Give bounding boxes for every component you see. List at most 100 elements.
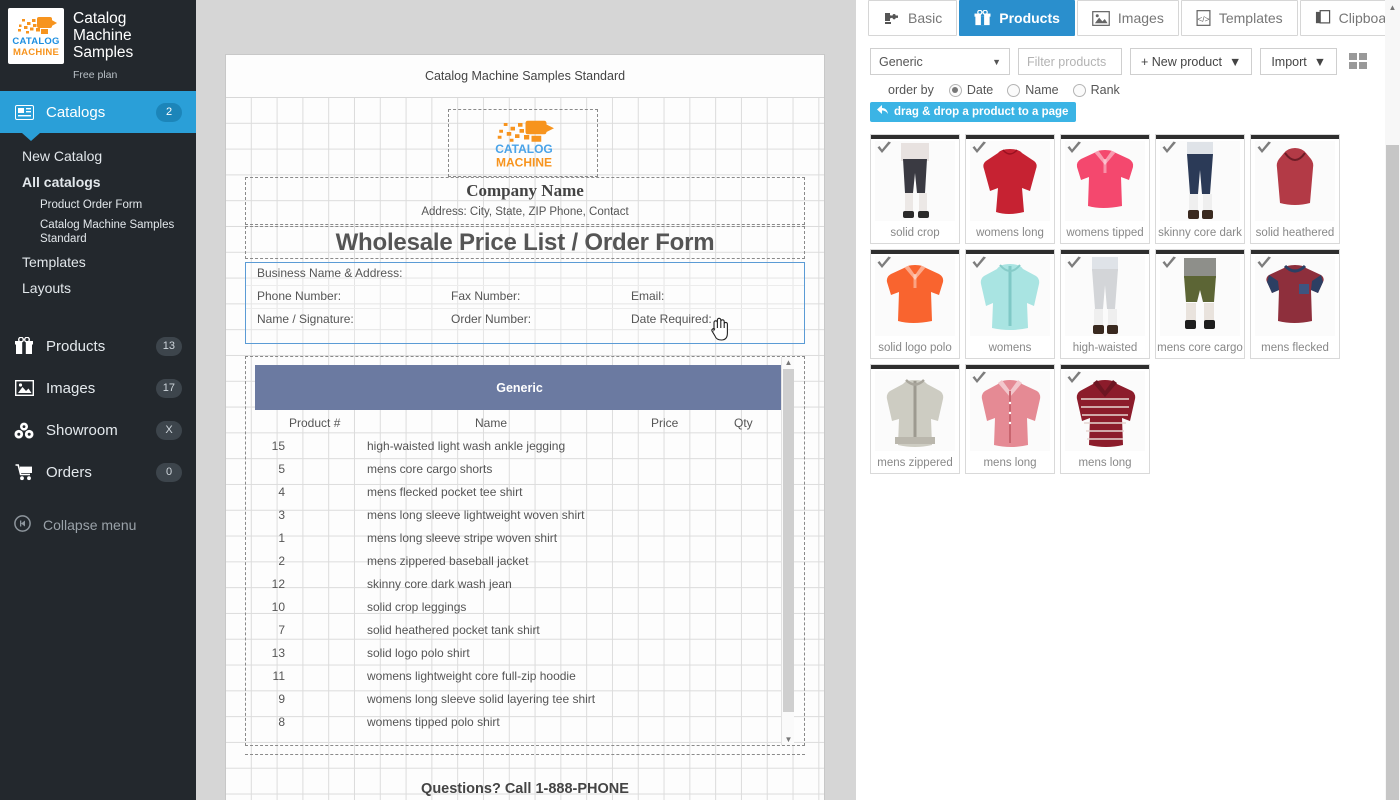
product-checkmark-icon[interactable]	[1066, 256, 1082, 272]
scroll-up-arrow-icon[interactable]: ▲	[1385, 0, 1400, 15]
label-email: Email:	[631, 289, 665, 303]
submenu-item-all-catalogs[interactable]: All catalogs	[0, 169, 196, 195]
collapse-menu-button[interactable]: Collapse menu	[0, 505, 196, 545]
product-card-label: skinny core dark	[1158, 227, 1242, 239]
tab-products[interactable]: Products	[959, 0, 1075, 36]
product-card[interactable]: mens long	[1060, 364, 1150, 474]
submenu-item-layouts[interactable]: Layouts	[0, 275, 196, 301]
product-card[interactable]: high-waisted	[1060, 249, 1150, 359]
product-card[interactable]: solid logo polo	[870, 249, 960, 359]
table-row[interactable]: 10solid crop leggings35	[246, 597, 793, 620]
sidebar-badge-products: 13	[155, 336, 182, 356]
table-row[interactable]: 7solid heathered pocket tank shirt15	[246, 620, 793, 643]
sidebar-item-products[interactable]: Products 13	[0, 325, 196, 367]
product-card[interactable]: skinny core dark	[1155, 134, 1245, 244]
sidebar-item-orders[interactable]: Orders 0	[0, 451, 196, 493]
radio-rank[interactable]	[1072, 83, 1086, 97]
scroll-up-arrow-icon[interactable]: ▲	[782, 357, 795, 368]
radio-date[interactable]	[948, 83, 962, 97]
table-scrollbar[interactable]: ▲ ▼	[781, 357, 794, 745]
submenu-item-templates[interactable]: Templates	[0, 249, 196, 275]
panel-scrollbar[interactable]: ▲	[1385, 0, 1400, 800]
product-card[interactable]: womens long	[965, 134, 1055, 244]
grid-view-icon[interactable]	[1349, 53, 1368, 70]
submenu-item-new-catalog[interactable]: New Catalog	[0, 143, 196, 169]
product-card[interactable]: solid heathered	[1250, 134, 1340, 244]
scroll-down-arrow-icon[interactable]: ▼	[782, 734, 795, 745]
product-checkmark-icon[interactable]	[971, 141, 987, 157]
filter-products-input[interactable]: Filter products	[1018, 48, 1122, 75]
document-title-block[interactable]: Wholesale Price List / Order Form	[245, 226, 805, 259]
sidebar-item-showroom[interactable]: Showroom X	[0, 409, 196, 451]
order-by-rank[interactable]: Rank	[1072, 83, 1120, 97]
product-card-label: solid crop	[890, 227, 940, 239]
product-checkmark-icon[interactable]	[1256, 141, 1272, 157]
product-table-block[interactable]: Generic Product # Name Price Qty 15 high-…	[245, 356, 805, 746]
table-row[interactable]: 1mens long sleeve stripe woven shirt25	[246, 528, 793, 551]
table-column-headers: Product # Name Price Qty	[246, 414, 793, 436]
cell-product-name: womens lightweight core full-zip hoodie	[367, 669, 576, 683]
template-icon: </>	[1196, 10, 1211, 26]
product-card[interactable]: womens tipped	[1060, 134, 1150, 244]
sidebar-item-catalogs[interactable]: Catalogs 2	[0, 91, 196, 141]
order-by-name[interactable]: Name	[1007, 83, 1059, 97]
product-card[interactable]: solid crop	[870, 134, 960, 244]
product-checkmark-icon[interactable]	[1066, 371, 1082, 387]
cell-product-name: skinny core dark wash jean	[367, 577, 512, 591]
product-card[interactable]: mens zippered	[870, 364, 960, 474]
table-row[interactable]: 9 womens long sleeve solid layering tee s…	[246, 689, 793, 712]
cell-product-number: 10	[271, 600, 285, 614]
order-info-block[interactable]: Business Name & Address: Phone Number: F…	[245, 262, 805, 344]
table-row[interactable]: 4mens flecked pocket tee shirt15	[246, 482, 793, 505]
chevron-down-icon: ▼	[1313, 54, 1327, 69]
table-row[interactable]: 3 mens long sleeve lightweight woven shir…	[246, 505, 793, 528]
catalog-page[interactable]: Catalog Machine Samples Standard CATALOG…	[225, 54, 825, 800]
footer-block[interactable]: Questions? Call 1-888-PHONE Thank you fo…	[245, 754, 805, 800]
brand-header[interactable]: CATALOG MACHINE Catalog Machine Samples …	[0, 0, 196, 91]
table-row[interactable]: 8womens tipped polo shirt15	[246, 712, 793, 735]
product-checkmark-icon[interactable]	[1066, 141, 1082, 157]
product-checkmark-icon[interactable]	[876, 141, 892, 157]
product-card[interactable]: womens	[965, 249, 1055, 359]
company-block[interactable]: Company Name Address: City, State, ZIP P…	[245, 177, 805, 225]
right-panel: Basic Products Images </> Templates Clip…	[856, 0, 1400, 800]
label-name-signature: Name / Signature:	[257, 312, 354, 326]
import-button[interactable]: Import ▼	[1260, 48, 1338, 75]
tab-templates[interactable]: </> Templates	[1180, 0, 1298, 36]
table-scroll-thumb[interactable]	[783, 369, 794, 712]
canvas-area[interactable]: Catalog Machine Samples Standard CATALOG…	[196, 0, 856, 800]
product-checkmark-icon[interactable]	[1256, 256, 1272, 272]
product-checkmark-icon[interactable]	[971, 256, 987, 272]
sidebar-item-images[interactable]: Images 17	[0, 367, 196, 409]
radio-name[interactable]	[1007, 83, 1021, 97]
product-checkmark-icon[interactable]	[971, 371, 987, 387]
panel-tabbar: Basic Products Images </> Templates Clip…	[856, 0, 1400, 38]
product-checkmark-icon[interactable]	[1161, 141, 1177, 157]
table-row[interactable]: 13solid logo polo shirt20	[246, 643, 793, 666]
sidebar-item-label: Showroom	[46, 421, 118, 439]
order-by-date[interactable]: Date	[948, 83, 994, 97]
tab-basic[interactable]: Basic	[868, 0, 958, 36]
submenu-item-product-order-form[interactable]: Product Order Form	[0, 195, 196, 215]
product-card[interactable]: mens long	[965, 364, 1055, 474]
product-checkmark-icon[interactable]	[1161, 256, 1177, 272]
table-row[interactable]: 11 womens lightweight core full-zip hoodi…	[246, 666, 793, 689]
table-row[interactable]: 15high-waisted light wash ankle jegging3…	[246, 436, 793, 459]
category-select[interactable]: Generic ▼	[870, 48, 1010, 75]
table-row[interactable]: 2mens zippered baseball jacket42	[246, 551, 793, 574]
new-product-button[interactable]: + New product ▼	[1130, 48, 1253, 75]
product-checkmark-icon[interactable]	[876, 256, 892, 272]
catalog-machine-logo-icon: CATALOG MACHINE	[495, 120, 554, 170]
radio-label-date: Date	[966, 83, 994, 97]
radio-label-name: Name	[1025, 83, 1059, 97]
product-card[interactable]: mens core cargo	[1155, 249, 1245, 359]
product-card[interactable]: mens flecked	[1250, 249, 1340, 359]
table-row[interactable]: 5mens core cargo shorts35	[246, 459, 793, 482]
tab-images[interactable]: Images	[1076, 0, 1179, 36]
company-address: Address: City, State, ZIP Phone, Contact	[421, 206, 629, 218]
table-row[interactable]: 12skinny core dark wash jean35	[246, 574, 793, 597]
panel-scroll-thumb[interactable]	[1386, 145, 1399, 800]
product-card-label: solid heathered	[1255, 227, 1335, 239]
logo-block[interactable]: CATALOG MACHINE	[448, 109, 598, 177]
submenu-item-catalog-machine-samples-standard[interactable]: Catalog Machine Samples Standard	[0, 215, 196, 249]
